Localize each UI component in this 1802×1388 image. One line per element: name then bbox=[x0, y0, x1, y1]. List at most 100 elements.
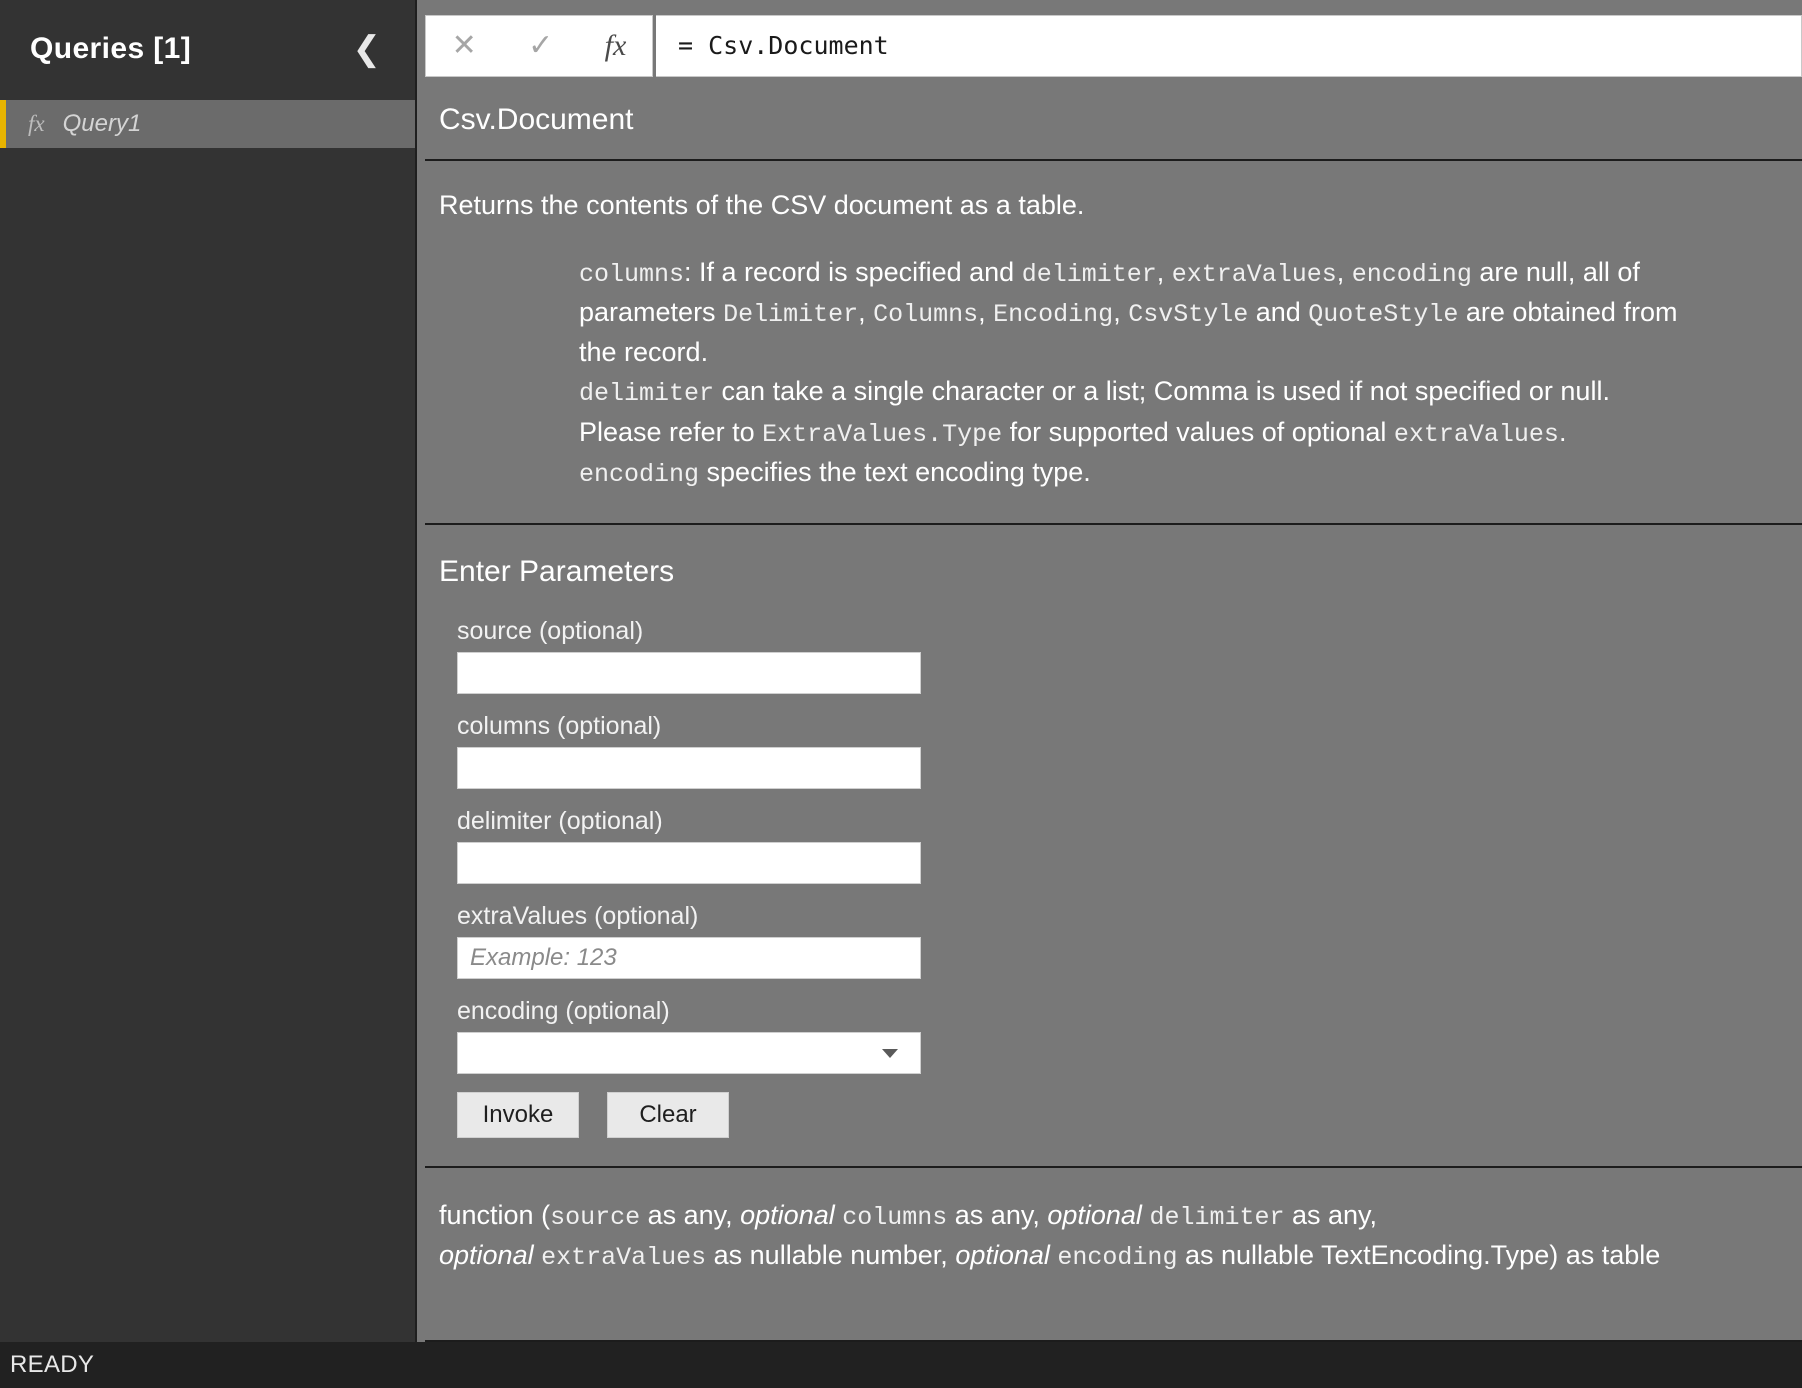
queries-header: Queries [1] ❮ bbox=[0, 0, 415, 97]
formula-bar-icons: ✕ ✓ fx bbox=[425, 15, 653, 77]
description-line-5: encoding specifies the text encoding typ… bbox=[579, 453, 1802, 493]
parameter-buttons: Invoke Clear bbox=[457, 1092, 1802, 1138]
code-token: extraValues bbox=[1394, 420, 1559, 449]
code-token: delimiter bbox=[579, 379, 714, 408]
param-label-0: source (optional) bbox=[457, 617, 1802, 646]
code-token: encoding bbox=[1352, 260, 1472, 289]
param-placeholder-3: Example: 123 bbox=[470, 944, 617, 972]
description-intro: Returns the contents of the CSV document… bbox=[439, 189, 1802, 223]
description-line-4: Please refer to ExtraValues.Type for sup… bbox=[579, 413, 1802, 453]
description-line-0: columns: If a record is specified and de… bbox=[579, 253, 1802, 293]
emphasis-token: optional bbox=[1047, 1200, 1142, 1230]
text-token: as any, bbox=[1284, 1200, 1377, 1230]
text-token: and bbox=[1248, 297, 1308, 327]
enter-parameters-section: Enter Parameters source (optional) column… bbox=[417, 525, 1802, 1166]
code-token: encoding bbox=[1057, 1243, 1177, 1272]
text-token: for supported values of optional bbox=[1002, 417, 1394, 447]
text-token: as nullable TextEncoding.Type) as table bbox=[1177, 1240, 1660, 1270]
param-combo-4[interactable] bbox=[457, 1032, 921, 1074]
code-token: QuoteStyle bbox=[1308, 300, 1458, 329]
queries-list: fx Query1 bbox=[0, 97, 415, 1342]
editor-body: Queries [1] ❮ fx Query1 ✕ ✓ fx = Csv.Doc… bbox=[0, 0, 1802, 1342]
param-row-3: extraValues (optional) Example: 123 bbox=[457, 902, 1802, 979]
emphasis-token: optional bbox=[955, 1240, 1050, 1270]
fx-icon: fx bbox=[28, 111, 45, 137]
chevron-down-icon[interactable] bbox=[882, 1049, 898, 1058]
param-row-0: source (optional) bbox=[457, 617, 1802, 694]
description-line-2: the record. bbox=[579, 333, 1802, 372]
text-token: . bbox=[1559, 417, 1567, 447]
function-signature: function (source as any, optional column… bbox=[417, 1168, 1802, 1303]
param-input-0[interactable] bbox=[457, 652, 921, 694]
signature-line-0: function (source as any, optional column… bbox=[439, 1196, 1802, 1236]
close-icon[interactable]: ✕ bbox=[452, 31, 477, 61]
function-description: Returns the contents of the CSV document… bbox=[417, 161, 1802, 523]
pane-spacer bbox=[417, 1303, 1802, 1340]
signature-line-1: optional extraValues as nullable number,… bbox=[439, 1236, 1802, 1276]
text-token: , bbox=[858, 297, 873, 327]
code-token: delimiter bbox=[1022, 260, 1157, 289]
param-input-3[interactable]: Example: 123 bbox=[457, 937, 921, 979]
text-token: , bbox=[978, 297, 993, 327]
queries-title: Queries [1] bbox=[30, 32, 341, 66]
code-token: extraValues bbox=[1172, 260, 1337, 289]
function-name-header: Csv.Document bbox=[417, 91, 1802, 159]
code-token: Delimiter bbox=[723, 300, 858, 329]
param-label-1: columns (optional) bbox=[457, 712, 1802, 741]
query-list-item-query1[interactable]: fx Query1 bbox=[0, 100, 415, 148]
description-details: columns: If a record is specified and de… bbox=[439, 253, 1802, 493]
emphasis-token: optional bbox=[740, 1200, 835, 1230]
description-line-3: delimiter can take a single character or… bbox=[579, 372, 1802, 412]
param-label-2: delimiter (optional) bbox=[457, 807, 1802, 836]
text-token: as any, bbox=[640, 1200, 740, 1230]
code-token: Encoding bbox=[993, 300, 1113, 329]
code-token: Columns bbox=[873, 300, 978, 329]
text-token: , bbox=[1113, 297, 1128, 327]
fx-icon[interactable]: fx bbox=[605, 31, 627, 61]
formula-input[interactable]: = Csv.Document bbox=[656, 15, 1802, 77]
text-token: Please refer to bbox=[579, 417, 762, 447]
formula-bar: ✕ ✓ fx = Csv.Document bbox=[417, 0, 1802, 91]
param-label-4: encoding (optional) bbox=[457, 997, 1802, 1026]
emphasis-token: optional bbox=[439, 1240, 534, 1270]
param-input-1[interactable] bbox=[457, 747, 921, 789]
code-token: CsvStyle bbox=[1128, 300, 1248, 329]
text-token: the record. bbox=[579, 337, 708, 367]
param-row-1: columns (optional) bbox=[457, 712, 1802, 789]
status-text: READY bbox=[10, 1351, 94, 1379]
enter-parameters-title: Enter Parameters bbox=[439, 555, 1802, 589]
code-token: encoding bbox=[579, 460, 699, 489]
code-token: source bbox=[550, 1203, 640, 1232]
code-token: columns bbox=[579, 260, 684, 289]
code-token: extraValues bbox=[541, 1243, 706, 1272]
param-row-4: encoding (optional) bbox=[457, 997, 1802, 1074]
code-token: columns bbox=[842, 1203, 947, 1232]
query-list-item-label: Query1 bbox=[63, 110, 142, 138]
param-row-2: delimiter (optional) bbox=[457, 807, 1802, 884]
text-token: are null, all of bbox=[1472, 257, 1640, 287]
param-input-2[interactable] bbox=[457, 842, 921, 884]
function-pane: ✕ ✓ fx = Csv.Document Csv.Document Retur… bbox=[417, 0, 1802, 1342]
chevron-left-icon[interactable]: ❮ bbox=[341, 28, 394, 70]
status-bar: READY bbox=[0, 1342, 1802, 1388]
parameter-fields: source (optional) columns (optional) delim… bbox=[439, 617, 1802, 1074]
text-token: as any, bbox=[947, 1200, 1047, 1230]
text-token: are obtained from bbox=[1458, 297, 1677, 327]
queries-sidebar: Queries [1] ❮ fx Query1 bbox=[0, 0, 417, 1342]
clear-button[interactable]: Clear bbox=[607, 1092, 729, 1138]
description-line-1: parameters Delimiter, Columns, Encoding,… bbox=[579, 293, 1802, 333]
text-token: , bbox=[1157, 257, 1172, 287]
text-token: as nullable number, bbox=[706, 1240, 955, 1270]
power-query-function-editor: Queries [1] ❮ fx Query1 ✕ ✓ fx = Csv.Doc… bbox=[0, 0, 1802, 1388]
text-token: function ( bbox=[439, 1200, 550, 1230]
text-token bbox=[534, 1240, 542, 1270]
text-token: , bbox=[1337, 257, 1352, 287]
invoke-button[interactable]: Invoke bbox=[457, 1092, 579, 1138]
text-token: can take a single character or a list; C… bbox=[714, 376, 1610, 406]
text-token: specifies the text encoding type. bbox=[699, 457, 1091, 487]
code-token: delimiter bbox=[1149, 1203, 1284, 1232]
code-token: ExtraValues.Type bbox=[762, 420, 1002, 449]
check-icon[interactable]: ✓ bbox=[528, 31, 553, 61]
text-token: : If a record is specified and bbox=[684, 257, 1022, 287]
param-label-3: extraValues (optional) bbox=[457, 902, 1802, 931]
